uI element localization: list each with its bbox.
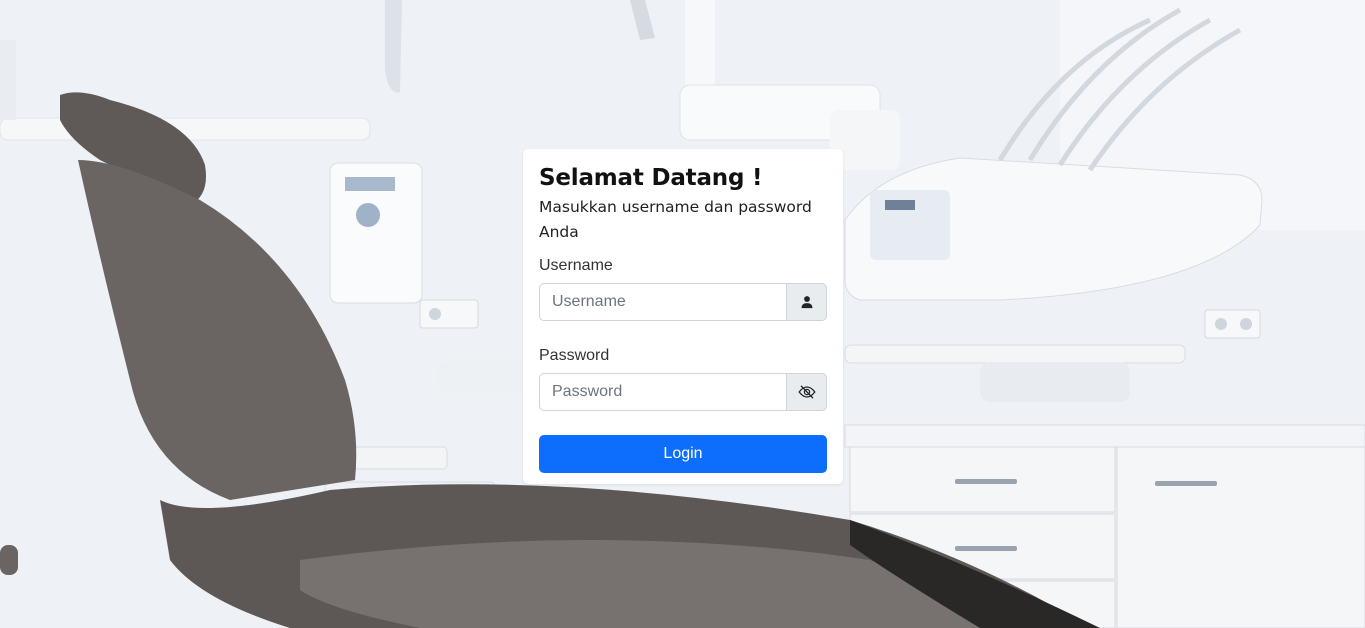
- welcome-title: Selamat Datang !: [539, 165, 763, 191]
- password-input-group: [539, 373, 827, 411]
- username-label: Username: [539, 257, 613, 274]
- toggle-password-visibility-button[interactable]: [786, 373, 827, 411]
- login-card: Selamat Datang ! Masukkan username dan p…: [523, 149, 843, 484]
- eye-slash-icon: [797, 385, 816, 399]
- username-input-group: [539, 283, 827, 321]
- password-label: Password: [539, 347, 610, 364]
- username-input[interactable]: [539, 283, 786, 321]
- password-input[interactable]: [539, 373, 786, 411]
- person-icon: [786, 283, 827, 321]
- login-page: Selamat Datang ! Masukkan username dan p…: [0, 0, 1365, 628]
- login-subtitle: Masukkan username dan password Anda: [539, 198, 812, 241]
- login-button[interactable]: Login: [539, 435, 827, 473]
